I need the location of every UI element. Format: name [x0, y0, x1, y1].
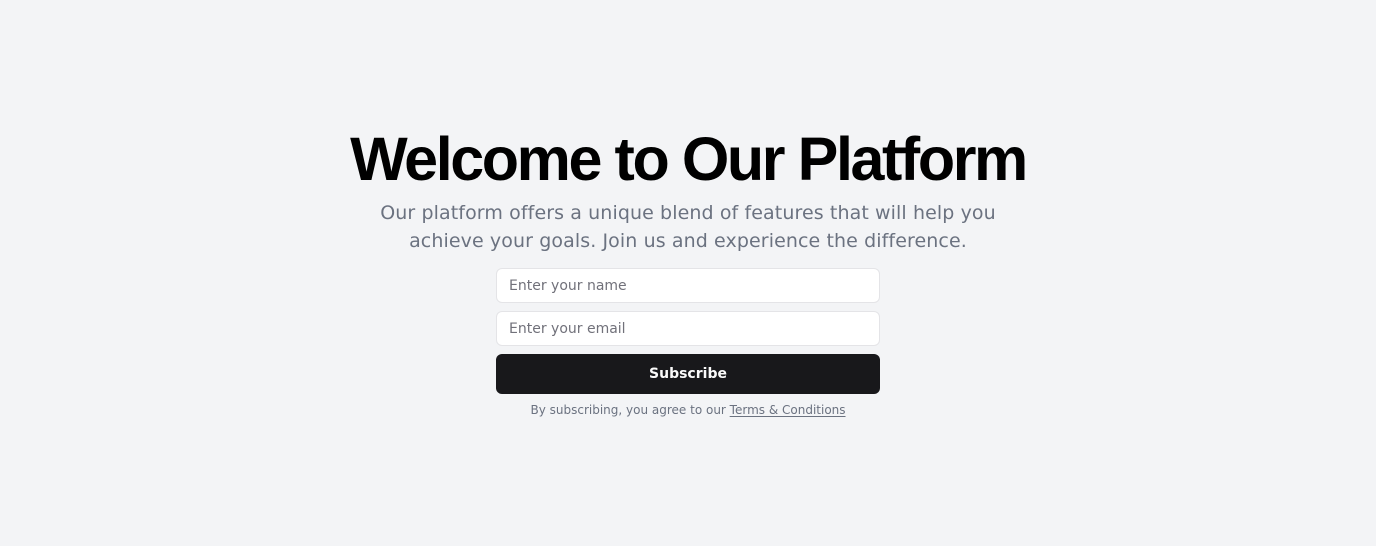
- hero-section: Welcome to Our Platform Our platform off…: [0, 124, 1376, 255]
- page-title: Welcome to Our Platform: [350, 125, 1028, 193]
- email-input[interactable]: [496, 311, 880, 346]
- terms-prefix: By subscribing, you agree to our: [530, 403, 730, 417]
- subscribe-form: Subscribe By subscribing, you agree to o…: [496, 268, 880, 418]
- name-input[interactable]: [496, 268, 880, 303]
- terms-notice: By subscribing, you agree to our Terms &…: [496, 402, 880, 418]
- page: Welcome to Our Platform Our platform off…: [0, 0, 1376, 546]
- page-subtitle: Our platform offers a unique blend of fe…: [380, 202, 996, 252]
- subscribe-button[interactable]: Subscribe: [496, 354, 880, 394]
- terms-link[interactable]: Terms & Conditions: [730, 403, 846, 417]
